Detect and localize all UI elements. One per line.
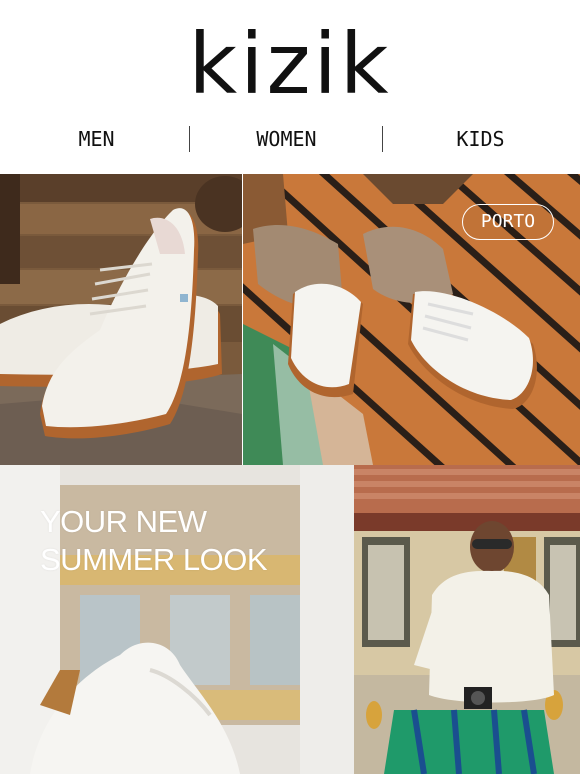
nav-divider (382, 126, 383, 152)
nav-item-women[interactable]: WOMEN (190, 124, 383, 154)
headline-line-2: SUMMER LOOK (40, 542, 268, 577)
photo-white-sneakers-boards[interactable] (0, 174, 242, 465)
email-header: kizik MEN WOMEN KIDS (0, 0, 580, 174)
brand-logo[interactable]: kizik (0, 14, 580, 114)
nav-item-kids[interactable]: KIDS (384, 124, 577, 154)
nav-item-men[interactable]: MEN (0, 124, 193, 154)
headline-line-1: YOUR NEW (40, 504, 207, 539)
category-nav: MEN WOMEN KIDS (0, 124, 580, 154)
hero-headline: YOUR NEW SUMMER LOOK (40, 503, 340, 579)
photo-man-with-camera[interactable] (354, 465, 580, 774)
porto-badge[interactable]: PORTO (462, 204, 554, 240)
